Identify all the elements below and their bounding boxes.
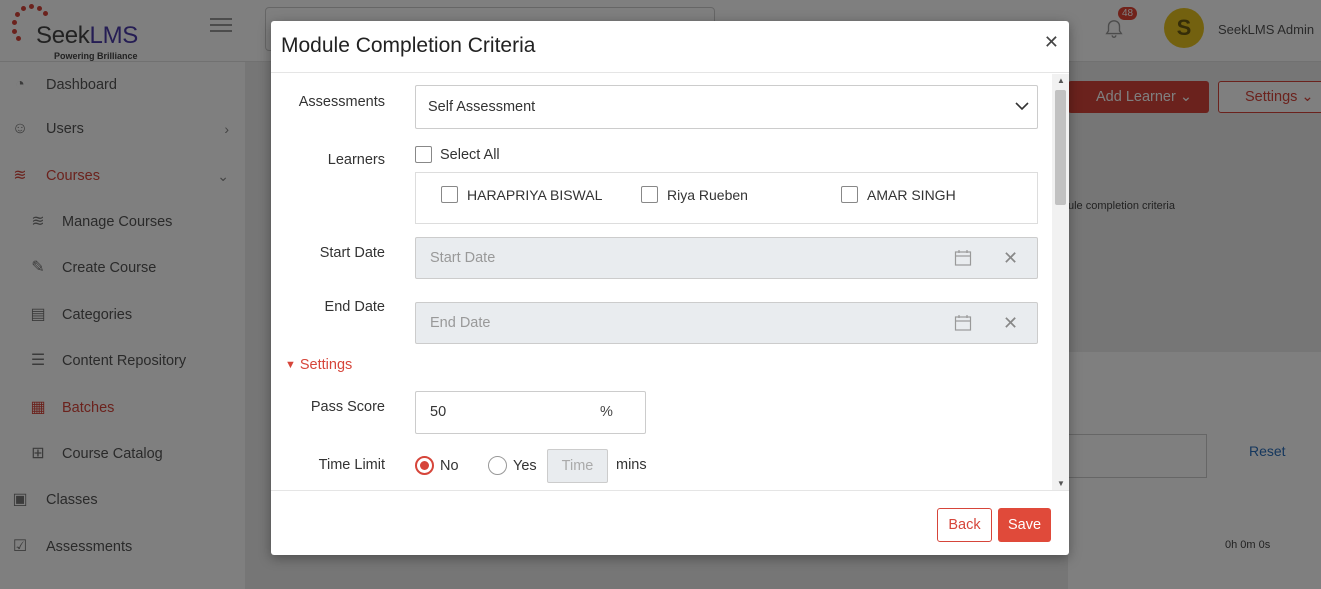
assessments-selected-value: Self Assessment [428,99,536,115]
time-limit-yes-radio[interactable]: Yes [488,456,537,475]
clear-icon[interactable]: ✕ [1003,303,1018,343]
settings-toggle-label: Settings [299,357,353,373]
learner-name: HARAPRIYA BISWAL [467,186,603,203]
learners-label: Learners [327,152,385,168]
select-all-checkbox[interactable]: Select All [415,146,500,163]
percent-unit: % [600,404,613,420]
end-date-input[interactable]: End Date ✕ [415,302,1038,344]
time-limit-input[interactable]: Time [547,449,608,483]
learner-name: AMAR SINGH [867,186,956,203]
time-limit-no-radio[interactable]: No [415,456,459,475]
settings-collapse-toggle[interactable]: ▼ Settings [285,357,352,373]
learners-list: HARAPRIYA BISWAL Riya Rueben AMAR SINGH [415,172,1038,224]
pass-score-label: Pass Score [310,399,385,415]
modal-footer: Back Save [271,490,1069,555]
scroll-down-icon[interactable]: ▼ [1057,479,1065,488]
learner-name: Riya Rueben [667,186,748,203]
assessments-select[interactable]: Self Assessment [415,85,1038,129]
modal-header: Module Completion Criteria ✕ [271,21,1069,73]
checkbox-icon[interactable] [641,186,658,203]
chevron-down-icon [1015,86,1029,145]
pass-score-input[interactable]: 50 % [415,391,646,434]
chevron-down-icon: ▼ [285,359,296,371]
start-date-placeholder: Start Date [430,250,496,266]
save-button[interactable]: Save [998,508,1051,542]
learner-checkbox[interactable]: Riya Rueben [641,186,748,203]
close-icon[interactable]: ✕ [1044,32,1059,53]
calendar-icon[interactable] [954,249,972,267]
end-date-placeholder: End Date [430,315,491,331]
back-button[interactable]: Back [937,508,992,542]
modal-scrollbar[interactable]: ▲ ▼ [1052,74,1069,490]
checkbox-icon[interactable] [415,146,432,163]
scroll-thumb[interactable] [1055,90,1066,205]
end-date-label: End Date [324,299,385,315]
time-limit-yes-label: Yes [513,457,537,474]
time-unit-label: mins [616,457,647,473]
checkbox-icon[interactable] [441,186,458,203]
learner-checkbox[interactable]: HARAPRIYA BISWAL [441,186,602,203]
time-limit-no-label: No [440,457,459,474]
learner-checkbox[interactable]: AMAR SINGH [841,186,956,203]
start-date-label: Start Date [319,245,385,261]
modal-body: Assessments Self Assessment Learners Sel… [271,74,1069,490]
module-completion-criteria-modal: Module Completion Criteria ✕ Assessments… [271,21,1069,555]
checkbox-icon[interactable] [841,186,858,203]
modal-title: Module Completion Criteria [281,34,536,57]
pass-score-value: 50 [430,404,447,420]
start-date-input[interactable]: Start Date ✕ [415,237,1038,279]
assessments-label: Assessments [298,94,385,110]
radio-selected-icon[interactable] [415,456,434,475]
scroll-up-icon[interactable]: ▲ [1057,76,1065,85]
time-limit-label: Time Limit [318,457,385,473]
calendar-icon[interactable] [954,314,972,332]
radio-unselected-icon[interactable] [488,456,507,475]
clear-icon[interactable]: ✕ [1003,238,1018,278]
select-all-label: Select All [440,146,500,163]
